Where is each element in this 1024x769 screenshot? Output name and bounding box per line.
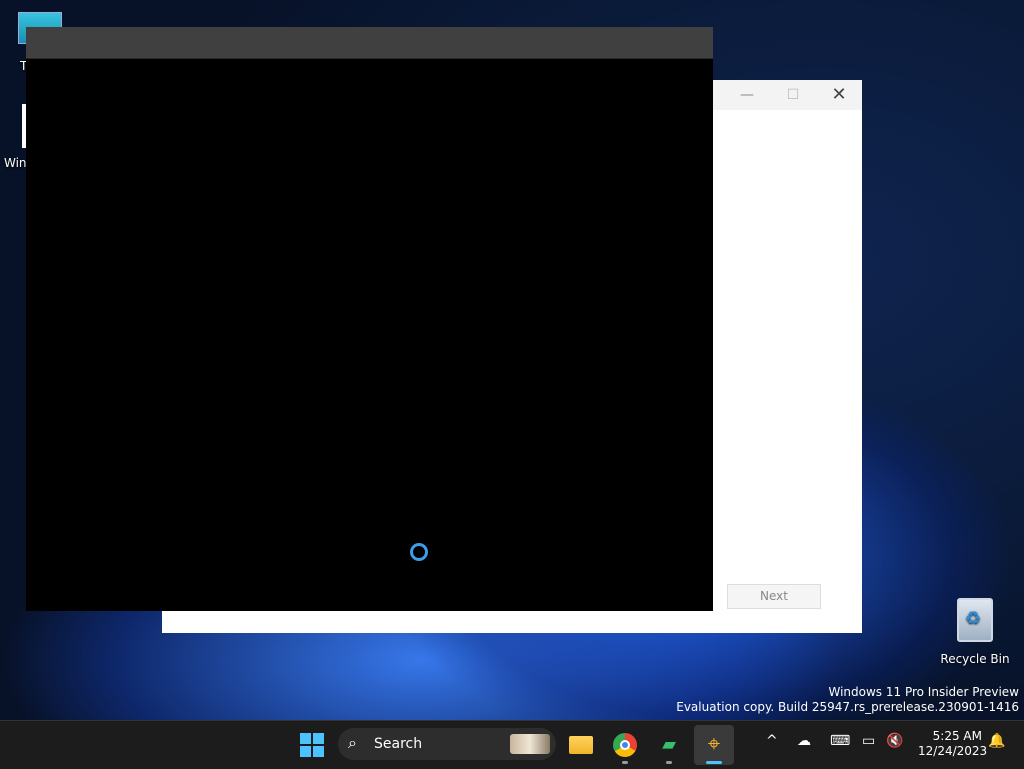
display-icon[interactable]: ▭ bbox=[862, 733, 875, 749]
tray-chevron-icon[interactable]: ^ bbox=[766, 733, 778, 749]
green-app-icon: ▰ bbox=[662, 734, 676, 755]
desktop-icon-label: Win bbox=[4, 156, 27, 170]
search-highlight-icon bbox=[510, 734, 550, 754]
chrome-button[interactable] bbox=[611, 731, 639, 759]
loading-spinner-icon bbox=[410, 543, 428, 561]
minimize-button[interactable]: — bbox=[724, 80, 770, 110]
maximize-button[interactable]: ☐ bbox=[770, 80, 816, 110]
foreground-window bbox=[26, 27, 713, 611]
sound-muted-icon[interactable]: 🔇 bbox=[886, 733, 903, 749]
watermark-line-1: Windows 11 Pro Insider Preview bbox=[828, 685, 1019, 699]
cloud-icon[interactable]: ☁ bbox=[797, 733, 811, 749]
active-app-icon: ⌖ bbox=[707, 732, 721, 757]
clock[interactable]: 5:25 AM 12/24/2023 bbox=[918, 729, 988, 759]
file-explorer-button[interactable] bbox=[567, 731, 595, 759]
running-indicator bbox=[622, 761, 628, 764]
search-label: Search bbox=[374, 736, 423, 752]
taskbar-search[interactable]: ⌕ Search bbox=[338, 728, 556, 760]
recycle-bin-label: Recycle Bin bbox=[940, 652, 1010, 666]
file-explorer-icon bbox=[569, 736, 593, 754]
taskbar: ⌕ Search ▰ ⌖ ^ ☁ ⌨ ▭ 🔇 5:25 AM 12/24/202… bbox=[0, 720, 1024, 769]
next-button[interactable]: Next bbox=[727, 584, 821, 609]
close-button[interactable]: ✕ bbox=[816, 80, 862, 110]
chrome-icon bbox=[613, 733, 637, 757]
running-indicator bbox=[666, 761, 672, 764]
search-icon: ⌕ bbox=[348, 733, 357, 752]
evaluation-watermark: Windows 11 Pro Insider Preview Evaluatio… bbox=[676, 685, 1019, 715]
green-app-button[interactable]: ▰ bbox=[655, 731, 683, 759]
active-app-button[interactable]: ⌖ bbox=[694, 725, 734, 765]
keyboard-icon[interactable]: ⌨ bbox=[830, 733, 850, 749]
recycle-bin-icon bbox=[957, 598, 993, 642]
windows-logo-icon bbox=[300, 733, 311, 744]
active-indicator bbox=[706, 761, 722, 764]
clock-date: 12/24/2023 bbox=[918, 744, 988, 758]
watermark-line-2: Evaluation copy. Build 25947.rs_prerelea… bbox=[676, 700, 1019, 714]
start-button[interactable] bbox=[300, 733, 324, 757]
clock-time: 5:25 AM bbox=[932, 729, 982, 743]
recycle-bin[interactable]: Recycle Bin bbox=[940, 598, 1010, 666]
foreground-window-titlebar[interactable] bbox=[26, 27, 713, 59]
notification-bell-icon[interactable]: 🔔 bbox=[988, 733, 1005, 749]
